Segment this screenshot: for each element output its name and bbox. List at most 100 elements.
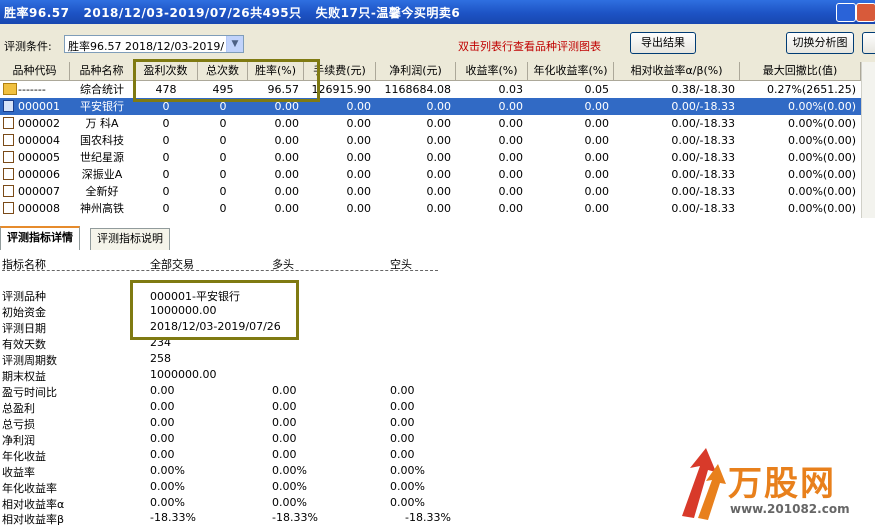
detail-divider — [2, 270, 438, 271]
col-drawdown[interactable]: 最大回撤比(值) — [740, 62, 861, 80]
detail-cell: 0.00 — [150, 416, 175, 429]
cell-total: 0 — [219, 202, 227, 215]
table-row[interactable]: 000004 国农科技 0 0 0.00 0.00 0.00 0.00 0.00… — [0, 132, 861, 149]
detail-cell: 0.00 — [390, 400, 415, 413]
cell-profit: 0.00 — [426, 202, 452, 215]
tab-indicator-details[interactable]: 评测指标详情 — [0, 226, 80, 251]
table-row[interactable]: 000005 世纪星源 0 0 0.00 0.00 0.00 0.00 0.00… — [0, 149, 861, 166]
detail-cell: 0.00% — [272, 480, 307, 493]
detail-cell: 0.00% — [390, 464, 425, 477]
table-row[interactable]: 000006 深振业A 0 0 0.00 0.00 0.00 0.00 0.00… — [0, 166, 861, 183]
toolbar: 评测条件: 胜率96.57 2018/12/03-2019/ ▼ 双击列表行查看… — [0, 24, 875, 62]
title-bar: 胜率96.57 2018/12/03-2019/07/26共495只 失败17只… — [0, 0, 875, 24]
cell-annual: 0.00 — [584, 185, 610, 198]
condition-select[interactable]: 胜率96.57 2018/12/03-2019/ ▼ — [64, 35, 244, 53]
cell-annual: 0.00 — [584, 151, 610, 164]
cell-wins: 0 — [162, 185, 170, 198]
detail-cell: 收益率 — [2, 466, 35, 479]
cell-code: ------- — [18, 83, 46, 96]
cell-name: 深振业A — [81, 168, 123, 181]
detail-cell: 总盈利 — [2, 402, 35, 415]
table-row[interactable]: 000002 万 科A 0 0 0.00 0.00 0.00 0.00 0.00… — [0, 115, 861, 132]
detail-cell: 0.00 — [150, 448, 175, 461]
cell-profit: 0.00 — [426, 134, 452, 147]
col-alpha-beta[interactable]: 相对收益率α/β(%) — [614, 62, 740, 80]
cell-name: 万 科A — [85, 117, 119, 130]
cell-rate: 0.00 — [274, 134, 300, 147]
close-button[interactable] — [856, 3, 875, 22]
minimize-button[interactable] — [836, 3, 856, 22]
cell-name: 平安银行 — [80, 100, 124, 113]
detail-cell: 初始资金 — [2, 306, 46, 319]
cell-annual: 0.00 — [584, 168, 610, 181]
document-icon — [3, 151, 14, 163]
document-icon — [3, 202, 14, 214]
cell-rate: 0.00 — [274, 185, 300, 198]
detail-cell: 净利润 — [2, 434, 35, 447]
cell-profit: 0.00 — [426, 100, 452, 113]
cell-code: 000004 — [18, 134, 60, 147]
detail-cell: 0.00 — [272, 448, 297, 461]
cell-alpha-beta: 0.00/-18.33 — [671, 202, 735, 215]
export-button[interactable]: 导出结果 — [630, 32, 696, 54]
cell-annual: 0.00 — [584, 117, 610, 130]
col-code[interactable]: 品种代码 — [0, 62, 70, 80]
detail-cell: 0.00 — [272, 400, 297, 413]
cell-code: 000008 — [18, 202, 60, 215]
detail-cell: 0.00 — [390, 432, 415, 445]
detail-row: 期末权益 1000000.00 — [0, 368, 875, 384]
col-name[interactable]: 品种名称 — [70, 62, 134, 80]
table-row[interactable]: ------- 综合统计 478 495 96.57 126915.90 116… — [0, 81, 861, 98]
cell-name: 综合统计 — [80, 83, 124, 96]
detail-cell: 0.00% — [390, 496, 425, 509]
cell-return: 0.00 — [498, 202, 524, 215]
cell-drawdown: 0.00%(0.00) — [787, 168, 856, 181]
cell-wins: 0 — [162, 117, 170, 130]
grid-header: 品种代码 品种名称 盈利次数 总次数 胜率(%) 手续费(元) 净利润(元) 收… — [0, 62, 861, 81]
col-profit[interactable]: 净利润(元) — [376, 62, 456, 80]
cell-drawdown: 0.00%(0.00) — [787, 185, 856, 198]
document-icon — [3, 168, 14, 180]
table-row[interactable]: 000008 神州高铁 0 0 0.00 0.00 0.00 0.00 0.00… — [0, 200, 861, 217]
cell-code: 000006 — [18, 168, 60, 181]
cell-code: 000001 — [18, 100, 60, 113]
overflow-button[interactable] — [862, 32, 875, 54]
condition-label: 评测条件: — [4, 40, 52, 53]
detail-cell: 总亏损 — [2, 418, 35, 431]
detail-cell: 相对收益率α — [2, 498, 65, 511]
cell-return: 0.00 — [498, 100, 524, 113]
switch-chart-button[interactable]: 切换分析图 — [786, 32, 854, 54]
detail-cell: 有效天数 — [2, 338, 46, 351]
folder-icon — [3, 83, 17, 95]
cell-drawdown: 0.00%(0.00) — [787, 202, 856, 215]
cell-rate: 0.00 — [274, 117, 300, 130]
detail-cell: 0.00% — [150, 496, 185, 509]
cell-drawdown: 0.00%(0.00) — [787, 100, 856, 113]
detail-cell: 0.00 — [390, 384, 415, 397]
tab-indicator-help[interactable]: 评测指标说明 — [90, 228, 170, 250]
cell-total: 0 — [219, 117, 227, 130]
table-row[interactable]: 000007 全新好 0 0 0.00 0.00 0.00 0.00 0.00 … — [0, 183, 861, 200]
cell-drawdown: 0.27%(2651.25) — [766, 83, 856, 96]
col-annual[interactable]: 年化收益率(%) — [528, 62, 614, 80]
cell-alpha-beta: 0.00/-18.33 — [671, 185, 735, 198]
cell-name: 国农科技 — [80, 134, 124, 147]
table-row[interactable]: 000001 平安银行 0 0 0.00 0.00 0.00 0.00 0.00… — [0, 98, 861, 115]
cell-alpha-beta: 0.00/-18.33 — [671, 134, 735, 147]
detail-row: 总亏损 0.00 0.00 0.00 — [0, 416, 875, 432]
detail-row: 总盈利 0.00 0.00 0.00 — [0, 400, 875, 416]
detail-cell: 258 — [150, 352, 171, 365]
cell-alpha-beta: 0.00/-18.33 — [671, 168, 735, 181]
watermark-brand: 万股网 — [728, 464, 836, 504]
grid-scrollbar[interactable] — [861, 62, 875, 218]
cell-code: 000005 — [18, 151, 60, 164]
cell-profit: 0.00 — [426, 168, 452, 181]
chevron-down-icon[interactable]: ▼ — [226, 36, 243, 52]
cell-profit: 1168684.08 — [384, 83, 451, 96]
col-return[interactable]: 收益率(%) — [456, 62, 528, 80]
cell-name: 世纪星源 — [80, 151, 124, 164]
cell-fee: 0.00 — [346, 117, 372, 130]
detail-cell: 0.00% — [272, 464, 307, 477]
condition-value: 胜率96.57 2018/12/03-2019/ — [68, 40, 225, 53]
cell-return: 0.00 — [498, 185, 524, 198]
